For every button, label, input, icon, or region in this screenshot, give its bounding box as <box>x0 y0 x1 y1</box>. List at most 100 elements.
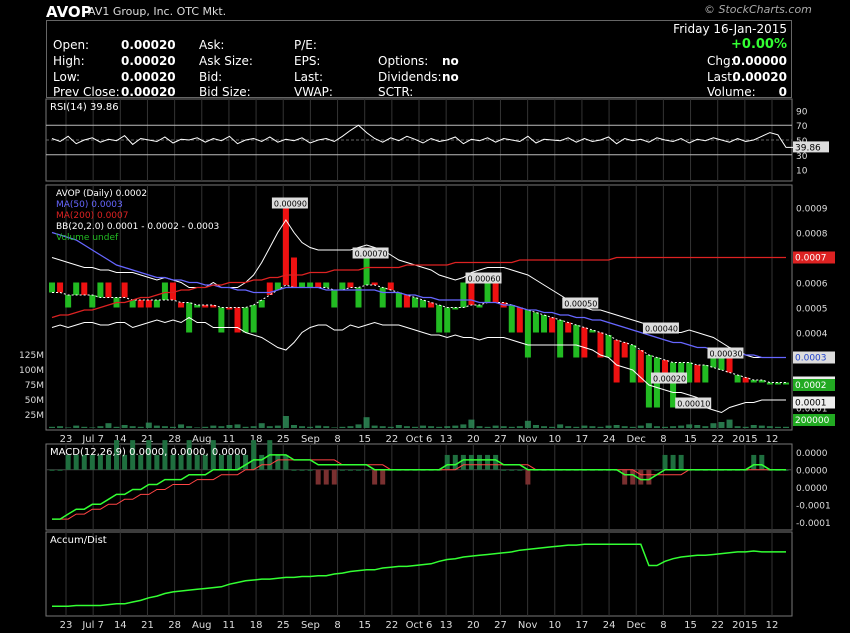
volume-bar <box>524 420 531 428</box>
price-bar <box>258 300 265 308</box>
volume-bar <box>476 426 483 428</box>
price-bar <box>508 305 515 333</box>
volume-bar <box>242 426 249 428</box>
volume-bar <box>282 416 289 428</box>
price-bar <box>710 357 717 368</box>
volume-bar <box>161 426 168 428</box>
macd-histogram-bar <box>654 469 660 471</box>
price-x-label: 8 <box>660 434 666 445</box>
price-bar <box>73 282 80 295</box>
price-x-label: Jul 7 <box>81 434 104 445</box>
volume-bar <box>186 426 193 428</box>
macd-histogram-bar <box>380 469 386 485</box>
price-bar <box>484 282 491 303</box>
macd-histogram-bar <box>283 454 289 470</box>
price-bar <box>242 307 249 333</box>
macd-histogram-bar <box>759 454 765 470</box>
volume-bar <box>783 426 789 428</box>
macd-histogram-bar <box>57 469 63 471</box>
macd-histogram-bar <box>509 469 515 471</box>
accum-dist-legend: Accum/Dist <box>50 535 107 546</box>
volume-bar <box>387 426 394 428</box>
macd-histogram-bar <box>751 454 757 470</box>
volume-bar <box>355 424 362 428</box>
rsi-legend: RSI(14) 39.86 <box>50 102 119 113</box>
ad-x-label: 15 <box>358 620 371 631</box>
price-x-label: 25 <box>277 434 290 445</box>
price-bar <box>694 365 701 383</box>
price-tick-label: 0.0008 <box>796 230 828 240</box>
price-x-label: 8 <box>334 434 340 445</box>
volume-bar <box>637 425 644 428</box>
ad-x-label: 8 <box>660 620 666 631</box>
price-bar <box>686 362 693 383</box>
price-x-label: 24 <box>603 434 616 445</box>
price-bar <box>444 307 451 333</box>
price-bar <box>121 282 128 298</box>
ad-x-label: 14 <box>114 620 127 631</box>
volume-bar <box>210 425 217 428</box>
volume-bar <box>347 426 354 428</box>
price-bar <box>403 295 410 308</box>
volume-bar <box>565 426 572 428</box>
price-annotation-label: 0.00060 <box>467 275 500 284</box>
price-bar <box>670 362 677 408</box>
volume-bar <box>363 417 370 428</box>
macd-legend: MACD(12,26,9) 0.0000, 0.0000, 0.0000 <box>50 447 247 458</box>
price-x-label: 28 <box>168 434 181 445</box>
price-tick-label: 0.0004 <box>796 330 828 340</box>
price-legend-item: Volume undef <box>56 233 119 243</box>
price-bar <box>178 302 185 308</box>
volume-bar <box>371 425 378 428</box>
volume-bar <box>750 425 757 428</box>
volume-tick-label: 50M <box>25 396 44 406</box>
ad-x-label: 2015 <box>732 620 757 631</box>
ad-x-label: Jul 7 <box>81 620 104 631</box>
volume-bar <box>315 425 322 428</box>
price-bar <box>65 295 72 308</box>
volume-bar <box>645 423 652 428</box>
macd-histogram-bar <box>259 454 265 470</box>
price-x-label: 11 <box>223 434 236 445</box>
price-x-label: Nov <box>518 434 538 445</box>
price-bar <box>153 300 160 308</box>
volume-bar <box>710 423 717 428</box>
volume-bar <box>420 425 427 428</box>
volume-bar <box>653 426 660 428</box>
price-x-label: 13 <box>440 434 453 445</box>
volume-bar <box>194 427 201 428</box>
price-bar <box>436 305 443 333</box>
price-bar <box>605 335 612 358</box>
macd-histogram-bar <box>251 440 257 470</box>
volume-bar <box>331 427 338 428</box>
price-bar <box>105 282 112 298</box>
price-bar <box>573 325 580 358</box>
rsi-current-label: 39.86 <box>795 143 821 153</box>
price-legend-item: MA(200) 0.0007 <box>56 211 128 221</box>
macd-histogram-bar <box>372 469 378 485</box>
price-x-label: 23 <box>60 434 73 445</box>
macd-tick-label: -0.0001 <box>796 519 831 529</box>
price-bar <box>532 312 539 333</box>
volume-bar <box>97 426 104 428</box>
volume-bar <box>468 419 475 428</box>
volume-bar <box>307 426 314 428</box>
ad-x-label: 22 <box>711 620 724 631</box>
volume-bar <box>541 426 548 428</box>
volume-bar <box>137 426 144 428</box>
price-annotation-label: 0.00030 <box>709 350 742 359</box>
macd-histogram-bar <box>638 469 644 485</box>
price-x-label: 20 <box>467 434 480 445</box>
price-annotation-label: 0.00050 <box>564 300 597 309</box>
volume-bar <box>484 426 491 428</box>
price-bar <box>734 375 741 383</box>
volume-bar <box>81 426 88 428</box>
ad-x-label: 12 <box>766 620 779 631</box>
volume-bar <box>605 425 612 428</box>
volume-bar <box>299 426 306 428</box>
price-annotation-label: 0.00070 <box>355 250 388 259</box>
volume-bar <box>105 423 112 428</box>
volume-bar <box>758 425 765 428</box>
price-bar <box>460 282 467 308</box>
price-bar <box>395 292 402 308</box>
